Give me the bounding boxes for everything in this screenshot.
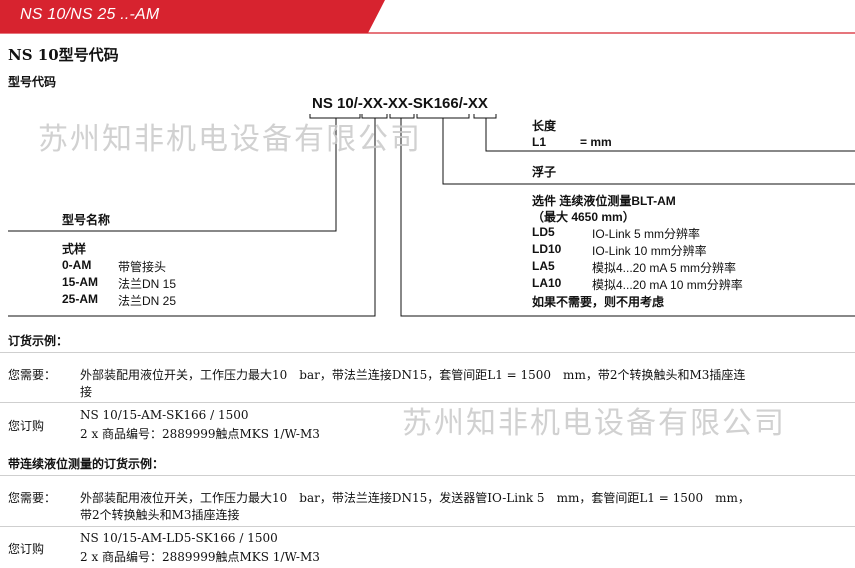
model-name-title: 型号名称 <box>62 213 111 227</box>
bracket-sk <box>416 114 470 119</box>
divider <box>0 475 855 476</box>
style-desc: 法兰DN 15 <box>118 277 177 291</box>
length-title: 长度 <box>532 119 557 133</box>
order2-need-line2: 带2个转换触头和M3插座连接 <box>80 508 240 522</box>
order1-need-line1: 外部装配用液位开关，工作压力最大10 bar，带法兰连接DN15，套管间距L1 … <box>80 368 746 382</box>
option-desc: 模拟4...20 mA 5 mm分辨率 <box>592 261 737 275</box>
watermark-2: 苏州知非机电设备有限公司 <box>402 406 786 441</box>
bracket-xx3 <box>473 114 497 119</box>
float-title: 浮子 <box>532 165 557 179</box>
divider <box>0 402 855 403</box>
option-desc: 模拟4...20 mA 10 mm分辨率 <box>592 278 743 292</box>
order2-need-line1: 外部装配用液位开关，工作压力最大10 bar，带法兰连接DN15，发送器管IO-… <box>80 491 750 505</box>
order1-order-label: 您订购 <box>8 419 45 433</box>
length-key: L1 <box>532 135 547 149</box>
order2-order-line1: NS 10/15-AM-LD5-SK166 / 1500 <box>80 531 278 545</box>
style-code: 15-AM <box>62 275 99 289</box>
order2-title: 带连续液位测量的订货示例： <box>8 457 165 471</box>
bracket-xx2 <box>389 114 415 119</box>
style-code: 25-AM <box>62 292 99 306</box>
option-code: LA5 <box>532 259 555 273</box>
style-desc: 法兰DN 25 <box>118 294 177 308</box>
order2-need-label: 您需要： <box>8 491 57 505</box>
order2-order-line2: 2 x 商品编号：2889999触点MKS 1/W-M3 <box>80 550 320 564</box>
divider <box>0 352 855 353</box>
option-desc: IO-Link 5 mm分辨率 <box>592 227 701 241</box>
order1-need-line2: 接 <box>80 385 93 399</box>
order2-order-label: 您订购 <box>8 542 45 556</box>
bracket-xx1 <box>361 114 388 119</box>
order1-order-line2: 2 x 商品编号：2889999触点MKS 1/W-M3 <box>80 427 320 441</box>
option-code: LD10 <box>532 242 562 256</box>
style-title: 式样 <box>62 242 87 256</box>
option-max: （最大 4650 mm） <box>532 210 635 224</box>
order1-order-line1: NS 10/15-AM-SK166 / 1500 <box>80 408 249 422</box>
length-value: = mm <box>580 135 612 149</box>
leader-model <box>8 118 337 232</box>
option-code: LA10 <box>532 276 562 290</box>
style-code: 0-AM <box>62 258 92 272</box>
option-title: 选件 连续液位测量BLT-AM <box>532 194 676 208</box>
style-desc: 带管接头 <box>118 260 167 274</box>
option-code: LD5 <box>532 225 555 239</box>
order1-title: 订货示例： <box>8 334 69 348</box>
option-note: 如果不需要，则不用考虑 <box>532 295 665 309</box>
divider <box>0 526 855 527</box>
option-desc: IO-Link 10 mm分辨率 <box>592 244 707 258</box>
order1-need-label: 您需要： <box>8 368 57 382</box>
bracket-ns10 <box>309 114 361 119</box>
